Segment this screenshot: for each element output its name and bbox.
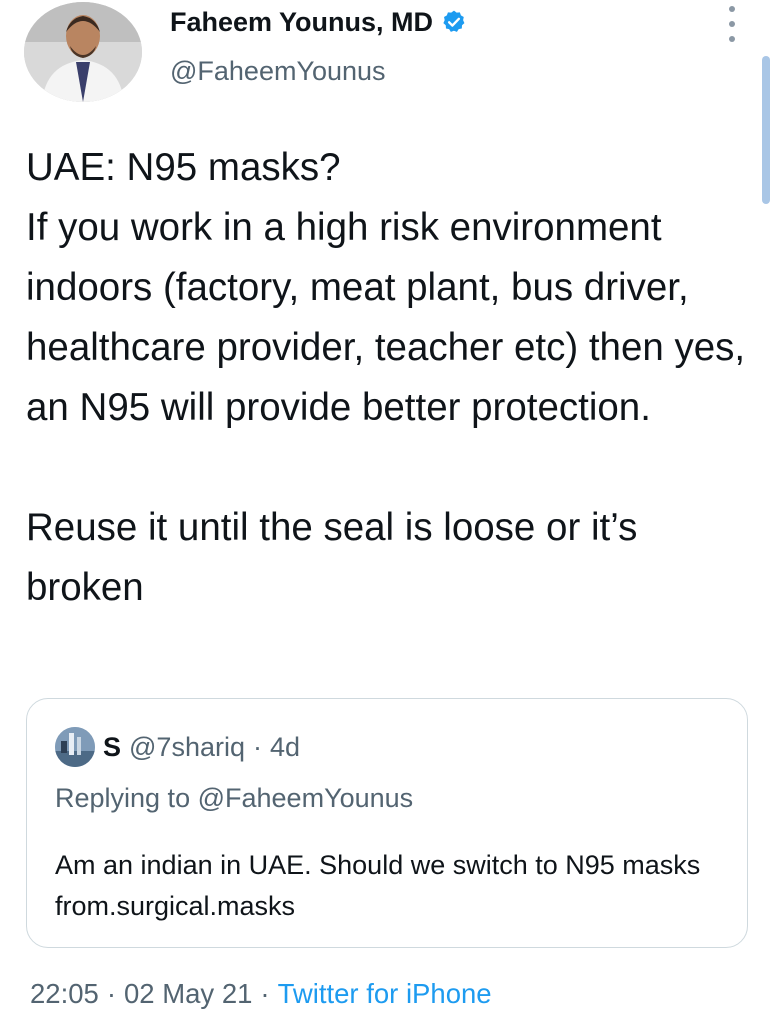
tweet-metadata: 22:05 · 02 May 21 · Twitter for iPhone [30,978,492,1010]
more-options-icon[interactable] [722,6,742,42]
quoted-tweet[interactable]: S @7shariq · 4d Replying to @FaheemYounu… [26,698,748,948]
replying-to-mention[interactable]: @FaheemYounus [198,783,414,813]
meta-separator-2: · [260,978,270,1009]
replying-to-label: Replying to [55,783,191,813]
meta-separator-1: · [106,978,116,1009]
tweet-text: UAE: N95 masks? If you work in a high ri… [26,138,751,618]
author-avatar[interactable] [24,2,142,102]
tweet-date[interactable]: 02 May 21 [124,978,252,1010]
author-display-name[interactable]: Faheem Younus, MD [170,7,433,38]
quoted-tweet-header: S @7shariq · 4d [55,727,300,767]
tweet-line-2: If you work in a high risk environment i… [26,206,746,429]
quoted-separator: · [252,731,262,762]
scrollbar[interactable] [762,56,770,204]
quoted-tweet-body: Am an indian in UAE. Should we switch to… [55,850,701,921]
tweet-source-link[interactable]: Twitter for iPhone [278,978,492,1010]
tweet-line-1: UAE: N95 masks? [26,146,341,189]
quoted-name[interactable]: S [103,732,121,763]
author-name-row[interactable]: Faheem Younus, MD [170,4,467,40]
verified-badge-icon [441,9,467,35]
author-handle[interactable]: @FaheemYounus [170,56,386,87]
tweet-time[interactable]: 22:05 [30,978,99,1010]
quoted-timestamp: 4d [269,731,301,762]
tweet-line-3: Reuse it until the seal is loose or it’s… [26,506,638,609]
replying-to: Replying to @FaheemYounus [55,783,413,814]
quoted-handle[interactable]: @7shariq [129,732,245,763]
quoted-avatar[interactable] [55,727,95,767]
